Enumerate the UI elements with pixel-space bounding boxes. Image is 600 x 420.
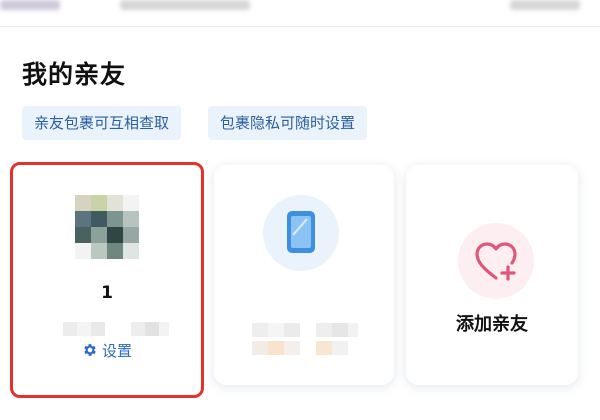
page-title: 我的亲友 (22, 60, 127, 89)
top-bar (0, 0, 600, 27)
feature-chip-privacy-settings: 包裹隐私可随时设置 (208, 106, 368, 140)
settings-label: 设置 (101, 342, 132, 360)
friend-card[interactable]: 1 设置 (10, 162, 204, 398)
heart-plus-icon (475, 242, 517, 281)
feature-chip-shared-pickup: 亲友包裹可互相查取 (22, 106, 182, 140)
blurred-top-item (0, 0, 60, 10)
device-icon-circle (263, 195, 339, 271)
tablet-icon (287, 211, 315, 253)
blurred-top-item (510, 0, 580, 10)
blurred-top-item (120, 0, 250, 10)
add-friend-label: 添加亲友 (456, 314, 528, 335)
blurred-phone-number (63, 322, 169, 336)
gear-icon (84, 344, 96, 356)
page: 我的亲友 亲友包裹可互相查取 包裹隐私可随时设置 1 设置 添加亲友 (0, 0, 600, 420)
settings-link[interactable]: 设置 (13, 340, 201, 361)
add-friend-card[interactable]: 添加亲友 (406, 165, 578, 385)
avatar (75, 195, 139, 259)
heart-plus-icon-circle (458, 223, 534, 299)
blurred-device-info-2 (252, 341, 348, 355)
blurred-device-info (252, 323, 358, 337)
friend-name: 1 (101, 283, 113, 303)
device-card[interactable] (214, 165, 394, 385)
